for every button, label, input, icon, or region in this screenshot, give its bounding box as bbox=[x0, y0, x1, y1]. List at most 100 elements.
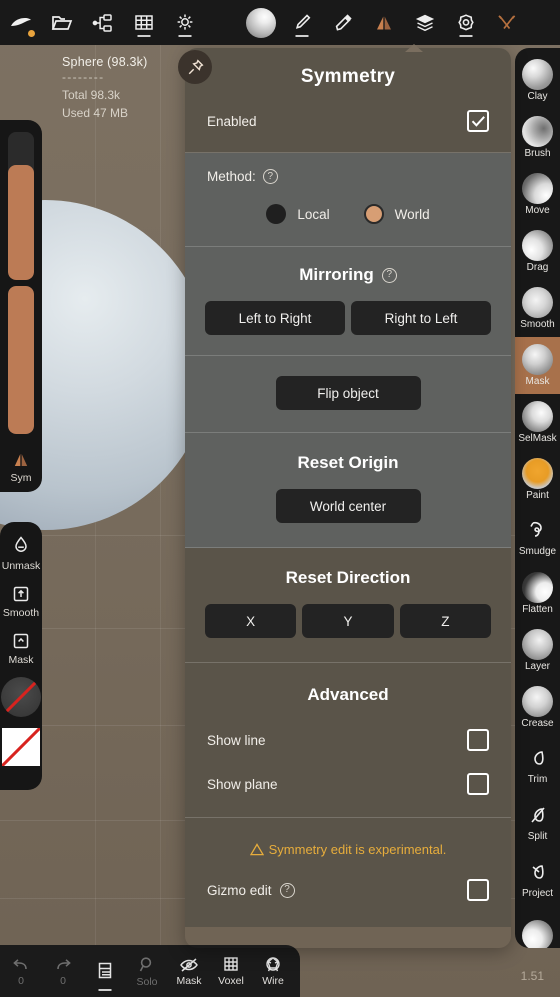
left-to-right-button[interactable]: Left to Right bbox=[205, 301, 345, 335]
symmetry-icon bbox=[14, 454, 28, 466]
method-help-icon[interactable]: ? bbox=[262, 169, 278, 184]
square-no-color-swatch bbox=[2, 728, 40, 766]
trim-tool-icon bbox=[533, 750, 544, 765]
reset-x-button[interactable]: X bbox=[205, 604, 297, 638]
material-ball-icon[interactable] bbox=[240, 0, 281, 45]
symmetry-icon[interactable] bbox=[363, 0, 404, 45]
light-icon[interactable] bbox=[164, 0, 205, 45]
redo-button[interactable]: 0 bbox=[42, 945, 84, 997]
sculpt-logo-icon[interactable] bbox=[0, 0, 41, 45]
gizmo-edit-label: Gizmo edit bbox=[207, 882, 272, 898]
tool-flatten[interactable]: Flatten bbox=[515, 565, 560, 622]
mask-toggle-button[interactable]: Mask bbox=[168, 945, 210, 997]
brush-intensity-slider[interactable] bbox=[8, 286, 34, 434]
sidebar-item-unmask[interactable]: Unmask bbox=[1, 534, 41, 572]
smooth-label: Smooth bbox=[2, 607, 40, 619]
tool-split[interactable]: Split bbox=[515, 793, 560, 850]
mirroring-help-icon[interactable]: ? bbox=[381, 267, 397, 283]
undo-button[interactable]: 0 bbox=[0, 945, 42, 997]
bottom-toolbar: 0 0 Solo Mask Voxel Wire bbox=[0, 945, 300, 997]
light-active-underline bbox=[178, 35, 191, 37]
brush-size-slider[interactable] bbox=[8, 132, 34, 280]
tool-crease[interactable]: Crease bbox=[515, 679, 560, 736]
method-section: Method: ? Local World bbox=[185, 153, 511, 247]
tool-layer[interactable]: Layer bbox=[515, 622, 560, 679]
reset-z-button[interactable]: Z bbox=[399, 604, 491, 638]
version-label: 1.51 bbox=[520, 969, 544, 983]
reset-origin-section: Reset Origin World center bbox=[185, 433, 511, 548]
drag-tool-icon bbox=[522, 230, 553, 261]
sym-label: Sym bbox=[10, 472, 32, 484]
tool-project[interactable]: Project bbox=[515, 850, 560, 907]
color-swatch-square[interactable] bbox=[2, 728, 40, 766]
gizmo-edit-checkbox[interactable] bbox=[467, 879, 489, 901]
show-plane-label: Show plane bbox=[207, 776, 278, 792]
enabled-checkbox[interactable] bbox=[467, 110, 489, 132]
solo-button[interactable]: Solo bbox=[126, 945, 168, 997]
enabled-row[interactable]: Enabled bbox=[207, 110, 489, 132]
right-toolbar: Clay Brush Move Drag Smooth Mask SelMask bbox=[515, 48, 560, 948]
tool-paint[interactable]: Paint bbox=[515, 451, 560, 508]
right-to-left-button[interactable]: Right to Left bbox=[351, 301, 491, 335]
world-center-button[interactable]: World center bbox=[275, 489, 421, 523]
tool-label: Flatten bbox=[522, 604, 553, 615]
select-mask-icon bbox=[522, 401, 553, 432]
grid-active-underline bbox=[137, 35, 150, 37]
tool-smooth[interactable]: Smooth bbox=[515, 280, 560, 337]
tool-smudge[interactable]: Smudge bbox=[515, 508, 560, 565]
pin-icon[interactable] bbox=[178, 50, 212, 84]
folder-icon[interactable] bbox=[41, 0, 82, 45]
tool-trim[interactable]: Trim bbox=[515, 736, 560, 793]
reset-y-button[interactable]: Y bbox=[302, 604, 394, 638]
layers-list-button[interactable] bbox=[84, 945, 126, 997]
show-line-checkbox[interactable] bbox=[467, 729, 489, 751]
gizmo-edit-help-icon[interactable]: ? bbox=[279, 882, 295, 898]
smudge-tool-icon bbox=[529, 521, 542, 537]
left-toolbar-sliders: Sym bbox=[0, 120, 42, 492]
mask-eye-off-icon bbox=[180, 957, 198, 972]
scene-graph-icon[interactable] bbox=[82, 0, 123, 45]
tool-mask[interactable]: Mask bbox=[515, 337, 560, 394]
color-swatch-circle[interactable] bbox=[1, 677, 41, 717]
grid-icon[interactable] bbox=[123, 0, 164, 45]
advanced-section: Advanced Show line Show plane bbox=[185, 663, 511, 818]
radio-local-label: Local bbox=[297, 206, 330, 222]
sidebar-item-mask[interactable]: Mask bbox=[8, 630, 34, 666]
tool-label: Trim bbox=[527, 773, 548, 785]
top-toolbar bbox=[0, 0, 560, 52]
more-tool-icon bbox=[522, 919, 553, 948]
tool-clay[interactable]: Clay bbox=[515, 52, 560, 109]
tool-more[interactable] bbox=[515, 907, 560, 948]
tool-brush[interactable]: Brush bbox=[515, 109, 560, 166]
show-line-row[interactable]: Show line bbox=[207, 729, 489, 751]
show-plane-checkbox[interactable] bbox=[467, 773, 489, 795]
solo-label: Solo bbox=[136, 975, 158, 988]
layers-active-underline bbox=[98, 989, 112, 991]
tool-move[interactable]: Move bbox=[515, 166, 560, 223]
wire-button[interactable]: Wire bbox=[252, 945, 294, 997]
unmask-label: Unmask bbox=[1, 560, 41, 572]
tool-drag[interactable]: Drag bbox=[515, 223, 560, 280]
voxel-button[interactable]: Voxel bbox=[210, 945, 252, 997]
tool-selmask[interactable]: SelMask bbox=[515, 394, 560, 451]
tool-label: Project bbox=[521, 887, 554, 899]
flip-object-button[interactable]: Flip object bbox=[275, 376, 421, 410]
brush-active-underline bbox=[295, 35, 308, 37]
sidebar-item-sym[interactable]: Sym bbox=[0, 451, 42, 484]
brush-icon[interactable] bbox=[281, 0, 322, 45]
radio-world[interactable]: World bbox=[363, 204, 430, 224]
show-plane-row[interactable]: Show plane bbox=[207, 773, 489, 795]
redo-icon bbox=[57, 958, 71, 969]
advanced-title: Advanced bbox=[307, 685, 389, 704]
flatten-tool-icon bbox=[522, 572, 553, 603]
tool-label: Layer bbox=[524, 661, 550, 672]
settings-gear-icon[interactable] bbox=[445, 0, 486, 45]
tools-icon[interactable] bbox=[486, 0, 527, 45]
sidebar-item-smooth[interactable]: Smooth bbox=[3, 583, 39, 619]
layers-icon[interactable] bbox=[404, 0, 445, 45]
radio-local[interactable]: Local bbox=[266, 204, 330, 224]
gizmo-edit-row[interactable]: Gizmo edit ? bbox=[207, 879, 489, 901]
undo-count: 0 bbox=[18, 974, 24, 987]
logo-status-dot bbox=[28, 30, 35, 37]
paint-bucket-icon[interactable] bbox=[322, 0, 363, 45]
